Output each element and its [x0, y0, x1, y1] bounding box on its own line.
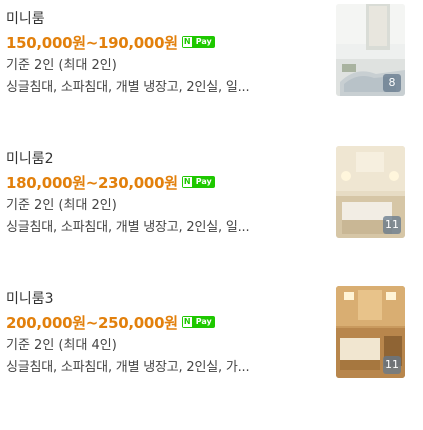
photo-count-badge: 11: [383, 356, 401, 374]
photo-count-badge: 8: [383, 74, 401, 92]
naver-pay-icon: N Pay: [181, 316, 215, 328]
room-capacity: 기준 2인 (최대 2인): [6, 198, 117, 213]
room-capacity: 기준 2인 (최대 2인): [6, 58, 117, 73]
room-capacity: 기준 2인 (최대 4인): [6, 338, 117, 353]
room-price: 180,000원~230,000원: [6, 173, 178, 192]
room-description: 싱글침대, 소파침대, 개별 냉장고, 2인실, 가...: [6, 360, 250, 375]
room-name[interactable]: 미니룸: [6, 8, 45, 28]
room-card[interactable]: 미니룸3 200,000원~250,000원 N Pay 기준 2인 (최대 4…: [0, 284, 423, 414]
price-row: 200,000원~250,000원 N Pay: [6, 312, 215, 332]
naver-pay-icon: N Pay: [181, 36, 215, 48]
room-card[interactable]: 미니룸 150,000원~190,000원 N Pay 기준 2인 (최대 2인…: [0, 4, 423, 134]
room-description: 싱글침대, 소파침대, 개별 냉장고, 2인실, 일...: [6, 80, 250, 95]
price-row: 150,000원~190,000원 N Pay: [6, 32, 215, 52]
price-row: 180,000원~230,000원 N Pay: [6, 172, 215, 192]
room-thumbnail[interactable]: 11: [336, 286, 405, 378]
room-name[interactable]: 미니룸2: [6, 148, 54, 168]
room-name[interactable]: 미니룸3: [6, 288, 54, 308]
room-thumbnail[interactable]: 11: [336, 146, 405, 238]
room-card[interactable]: 미니룸2 180,000원~230,000원 N Pay 기준 2인 (최대 2…: [0, 144, 423, 274]
room-description: 싱글침대, 소파침대, 개별 냉장고, 2인실, 일...: [6, 220, 250, 235]
naver-pay-icon: N Pay: [181, 176, 215, 188]
room-price: 150,000원~190,000원: [6, 33, 178, 52]
room-price: 200,000원~250,000원: [6, 313, 178, 332]
photo-count-badge: 11: [383, 216, 401, 234]
room-thumbnail[interactable]: 8: [336, 4, 405, 96]
